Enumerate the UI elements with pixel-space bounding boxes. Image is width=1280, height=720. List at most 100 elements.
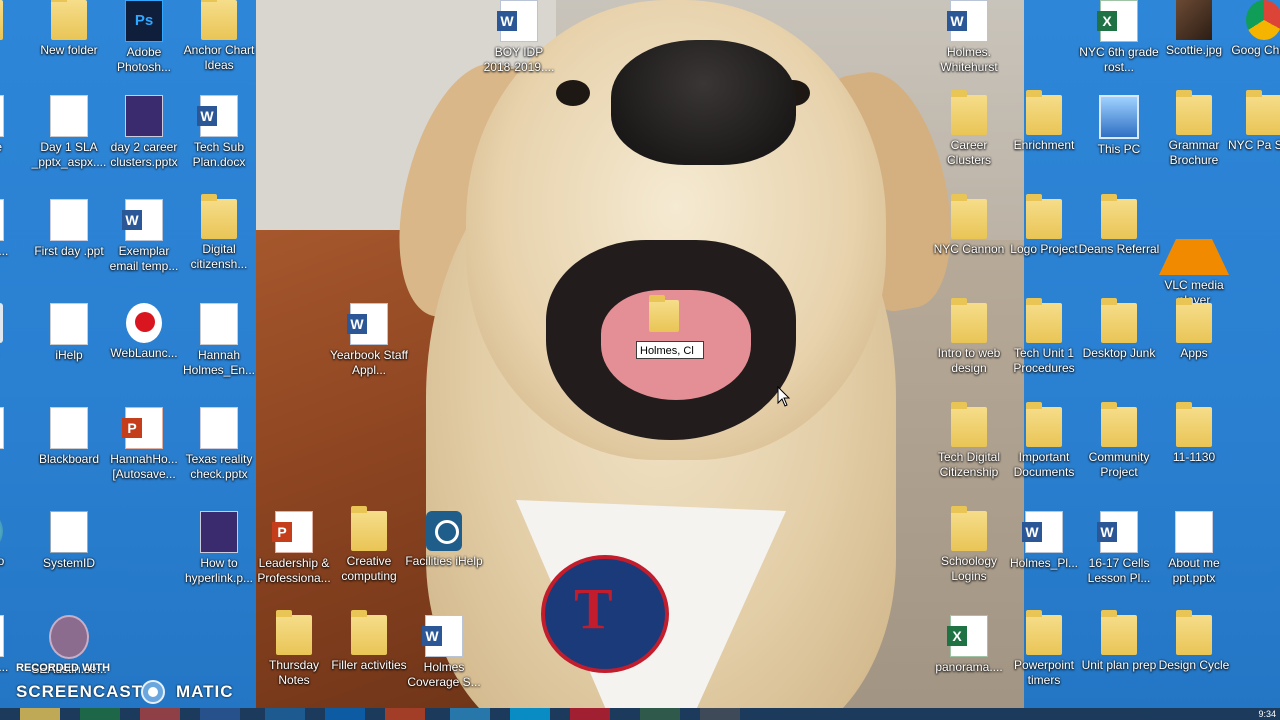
desktop-icon[interactable]: Day 1 SLA _pptx_aspx....: [28, 91, 110, 170]
desktop-icon[interactable]: Tech Digital Citizenship: [928, 402, 1010, 480]
desktop-icon-label: Hannah Holmes_En...: [182, 348, 256, 377]
desktop-icon[interactable]: Hannah Holmes_En...: [178, 299, 260, 378]
taskbar-snip-icon[interactable]: [700, 708, 740, 720]
desktop-icon[interactable]: Blackboard: [28, 403, 110, 467]
desktop-icon[interactable]: Anchor Chart Ideas: [178, 0, 260, 73]
desktop[interactable]: T nahNew folderPsAdobe Photosh...Anchor …: [0, 0, 1280, 720]
taskbar-word-icon[interactable]: [200, 708, 240, 720]
desktop-icon[interactable]: New folder: [28, 0, 110, 58]
desktop-icon[interactable]: Tech Unit 1 Procedures: [1003, 298, 1085, 376]
desktop-icon[interactable]: First day .ppt: [28, 195, 110, 259]
desktop-icon-label: Yearbook Staff Appl...: [329, 348, 409, 377]
desktop-icon-label: How to hyperlink.p...: [184, 556, 254, 585]
folder-icon: [1026, 194, 1062, 239]
desktop-icon[interactable]: day 2 career clusters.pptx: [103, 91, 185, 170]
desktop-icon-label: Enrichment: [1013, 138, 1075, 152]
desktop-icon[interactable]: Holmes. Whitehurst: [928, 0, 1010, 75]
taskbar-clock[interactable]: 9:34: [1258, 708, 1276, 720]
desktop-icon[interactable]: BOY IDP 2018-2019....: [478, 0, 560, 75]
chrome-icon: [1246, 0, 1280, 40]
desktop-icon[interactable]: Tech Sub Plan.docx: [178, 91, 260, 170]
ppt-icon: [272, 511, 313, 553]
taskbar-explorer-icon[interactable]: [20, 708, 60, 720]
desktop-icon[interactable]: oria re: [0, 91, 26, 155]
desktop-icon-label: Adobe Photosh...: [116, 45, 172, 74]
desktop-icon[interactable]: Career Clusters: [928, 90, 1010, 168]
desktop-icon[interactable]: NYC 6th grade rost...: [1078, 0, 1160, 75]
desktop-icon[interactable]: Unit plan prep: [1078, 610, 1160, 673]
file-icon: [50, 303, 88, 345]
desktop-icon-label: NYC 6th grade rost...: [1079, 45, 1159, 74]
taskbar-powerpoint-icon[interactable]: [385, 708, 425, 720]
taskbar[interactable]: 9:34: [0, 708, 1280, 720]
screencast-watermark: RECORDED WITH SCREENCAST MATIC: [0, 658, 256, 708]
record-icon: [126, 303, 162, 343]
desktop-icon[interactable]: This PC: [1078, 91, 1160, 157]
desktop-icon[interactable]: NYC Cannon: [928, 194, 1010, 257]
folder-icon: [1026, 298, 1062, 343]
taskbar-excel-icon[interactable]: [80, 708, 120, 720]
desktop-icon[interactable]: Important Documents: [1003, 402, 1085, 480]
taskbar-outlook-icon[interactable]: [325, 708, 365, 720]
taskbar-skype-icon[interactable]: [510, 708, 550, 720]
desktop-icon[interactable]: Texas reality check.pptx: [178, 403, 260, 482]
desktop-icon[interactable]: Creative computing: [328, 506, 410, 584]
desktop-icon[interactable]: Filler activities: [328, 610, 410, 673]
desktop-icon[interactable]: Holmes_Pl...: [1003, 507, 1085, 571]
desktop-icon[interactable]: 16-17 Cells Lesson Pl...: [1078, 507, 1160, 586]
desktop-icon[interactable]: VLC media player: [1153, 195, 1235, 308]
desktop-icon-label: Deans Referral: [1078, 242, 1160, 256]
desktop-icon[interactable]: Facilities iHelp: [403, 507, 485, 569]
desktop-icon[interactable]: Yearbook Staff Appl...: [328, 299, 410, 378]
desktop-icon[interactable]: Intro to web design: [928, 298, 1010, 376]
taskbar-app-icon[interactable]: [570, 708, 610, 720]
desktop-icon[interactable]: Design Cycle: [1153, 610, 1235, 673]
taskbar-chrome-icon[interactable]: [140, 708, 180, 720]
word-icon: [122, 199, 163, 241]
desktop-icon[interactable]: Thursday Notes: [253, 610, 335, 688]
desktop-icon[interactable]: Logo Project: [1003, 194, 1085, 257]
desktop-icon[interactable]: Exemplar email temp...: [103, 195, 185, 274]
thumb-icon: [1175, 511, 1213, 553]
desktop-icon[interactable]: WebLaunc...: [103, 299, 185, 361]
desktop-icon[interactable]: e Bin: [0, 299, 26, 361]
desktop-icon[interactable]: Powerpoint timers: [1003, 610, 1085, 688]
desktop-icon-label: Career Clusters: [946, 138, 991, 167]
desktop-icon[interactable]: SystemID: [28, 507, 110, 571]
folder-icon: [1176, 298, 1212, 343]
desktop-icon[interactable]: panorama....: [928, 611, 1010, 675]
desktop-icon-label: Thursday Notes: [268, 658, 320, 687]
desktop-icon[interactable]: HannahHo... [Autosave...: [103, 403, 185, 482]
desktop-icon-label: HannahHo... [Autosave...: [110, 452, 178, 481]
desktop-icon[interactable]: Earth o: [0, 507, 26, 569]
desktop-icon[interactable]: Deans Referral: [1078, 194, 1160, 257]
desktop-icon[interactable]: NYC Pa Shar: [1223, 90, 1280, 153]
desktop-icon[interactable]: Goog Chron: [1223, 0, 1280, 58]
desktop-icon-label: This PC: [1097, 142, 1141, 156]
taskbar-edge-icon[interactable]: [265, 708, 305, 720]
desktop-icon[interactable]: Desktop Junk: [1078, 298, 1160, 361]
renaming-folder[interactable]: [645, 295, 681, 332]
folder-icon: [951, 90, 987, 135]
desktop-icon[interactable]: Schoology Logins: [928, 506, 1010, 584]
desktop-icon[interactable]: Holmes Coverage S...: [403, 611, 485, 690]
desktop-icon[interactable]: nah: [0, 0, 26, 58]
desktop-icon[interactable]: Ps Adobe Photosh...: [103, 0, 185, 75]
desktop-icon[interactable]: Digital citizensh...: [178, 194, 260, 272]
taskbar-ie-icon[interactable]: [450, 708, 490, 720]
folder-icon: [1101, 402, 1137, 447]
desktop-icon[interactable]: About me ppt.pptx: [1153, 507, 1235, 586]
desktop-icon[interactable]: Leadership & Professiona...: [253, 507, 335, 586]
desktop-icon-label: Holmes_Pl...: [1009, 556, 1079, 570]
desktop-icon[interactable]: amp: [0, 403, 26, 467]
desktop-icon[interactable]: Community Project: [1078, 402, 1160, 480]
desktop-icon[interactable]: How to hyperlink.p...: [178, 507, 260, 586]
desktop-icon[interactable]: Enrichment: [1003, 90, 1085, 153]
desktop-icon[interactable]: 7 - ve_...: [0, 195, 26, 259]
file-icon: [0, 199, 4, 241]
desktop-icon[interactable]: Apps: [1153, 298, 1235, 361]
taskbar-app2-icon[interactable]: [640, 708, 680, 720]
desktop-icon[interactable]: iHelp: [28, 299, 110, 363]
rename-input[interactable]: Holmes, Cl: [636, 341, 704, 359]
desktop-icon[interactable]: 11-1130: [1153, 402, 1235, 465]
